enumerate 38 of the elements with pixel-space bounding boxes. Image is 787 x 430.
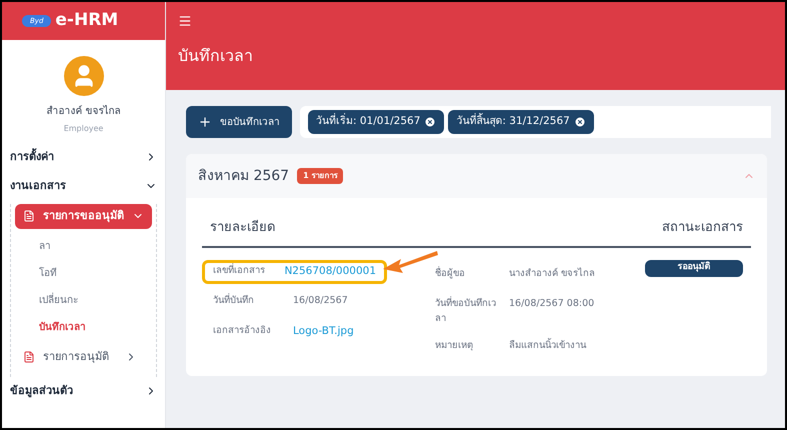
- submenu-item[interactable]: ลา: [11, 232, 156, 260]
- document-icon: [23, 350, 35, 363]
- sidebar-item[interactable]: การตั้งค่า: [2, 143, 165, 172]
- details-heading: รายละเอียด: [210, 218, 275, 237]
- submenu-item[interactable]: รายการขออนุมัติ: [15, 204, 152, 228]
- field-label: ชื่อผู้ขอ: [435, 266, 466, 280]
- field-label: เอกสารอ้างอิง: [213, 324, 272, 338]
- user-role: Employee: [64, 123, 104, 135]
- sidebar-item[interactable]: งานเอกสาร: [2, 172, 165, 200]
- field-value: 16/08/2567: [293, 294, 348, 308]
- field-value: นางสำอางค์ ขจรไกล: [509, 266, 596, 280]
- status-badge: รออนุมัติ: [645, 260, 743, 276]
- filter-chip[interactable]: วันที่สิ้นสุด: 31/12/2567: [448, 110, 594, 134]
- remove-icon[interactable]: [574, 116, 586, 128]
- submenu-item[interactable]: บันทึกเวลา: [11, 314, 156, 340]
- status-heading: สถานะเอกสาร: [662, 219, 743, 237]
- month-title: สิงหาคม 2567: [198, 166, 290, 186]
- user-name: สำอางค์ ขจรไกล: [46, 104, 121, 119]
- field-label: วันที่บันทึก: [213, 294, 255, 308]
- menu-icon[interactable]: [178, 14, 192, 28]
- field-value: ลืมแสกนนิ้วเข้างาน: [509, 338, 586, 353]
- field-value: 16/08/2567 08:00: [509, 296, 594, 310]
- field-label: หมายเหตุ: [435, 338, 474, 353]
- remove-icon[interactable]: [424, 116, 436, 128]
- count-badge: 1 รายการ: [297, 168, 344, 184]
- submenu-item[interactable]: รายการอนุมัติ: [15, 344, 152, 369]
- sidebar-item[interactable]: ข้อมูลส่วนตัว: [2, 377, 165, 406]
- submenu-item[interactable]: เปลี่ยนกะ: [11, 286, 156, 314]
- plus-icon: [198, 115, 212, 129]
- filter-chip[interactable]: วันที่เริ่ม: 01/01/2567: [308, 110, 444, 134]
- add-button[interactable]: ขอบันทึกเวลา: [186, 106, 292, 138]
- submenu-item[interactable]: โอที: [11, 260, 156, 286]
- field-label: วันที่ขอบันทึกเวลา: [435, 296, 497, 326]
- filter-field[interactable]: วันที่เริ่ม: 01/01/2567 วันที่สิ้นสุด: 31/12/2567: [300, 106, 771, 138]
- document-icon: [23, 210, 35, 222]
- field-label: เลขที่เอกสาร: [213, 264, 266, 278]
- page-title: บันทึกเวลา: [178, 45, 254, 67]
- app-name: e-HRM: [55, 9, 118, 32]
